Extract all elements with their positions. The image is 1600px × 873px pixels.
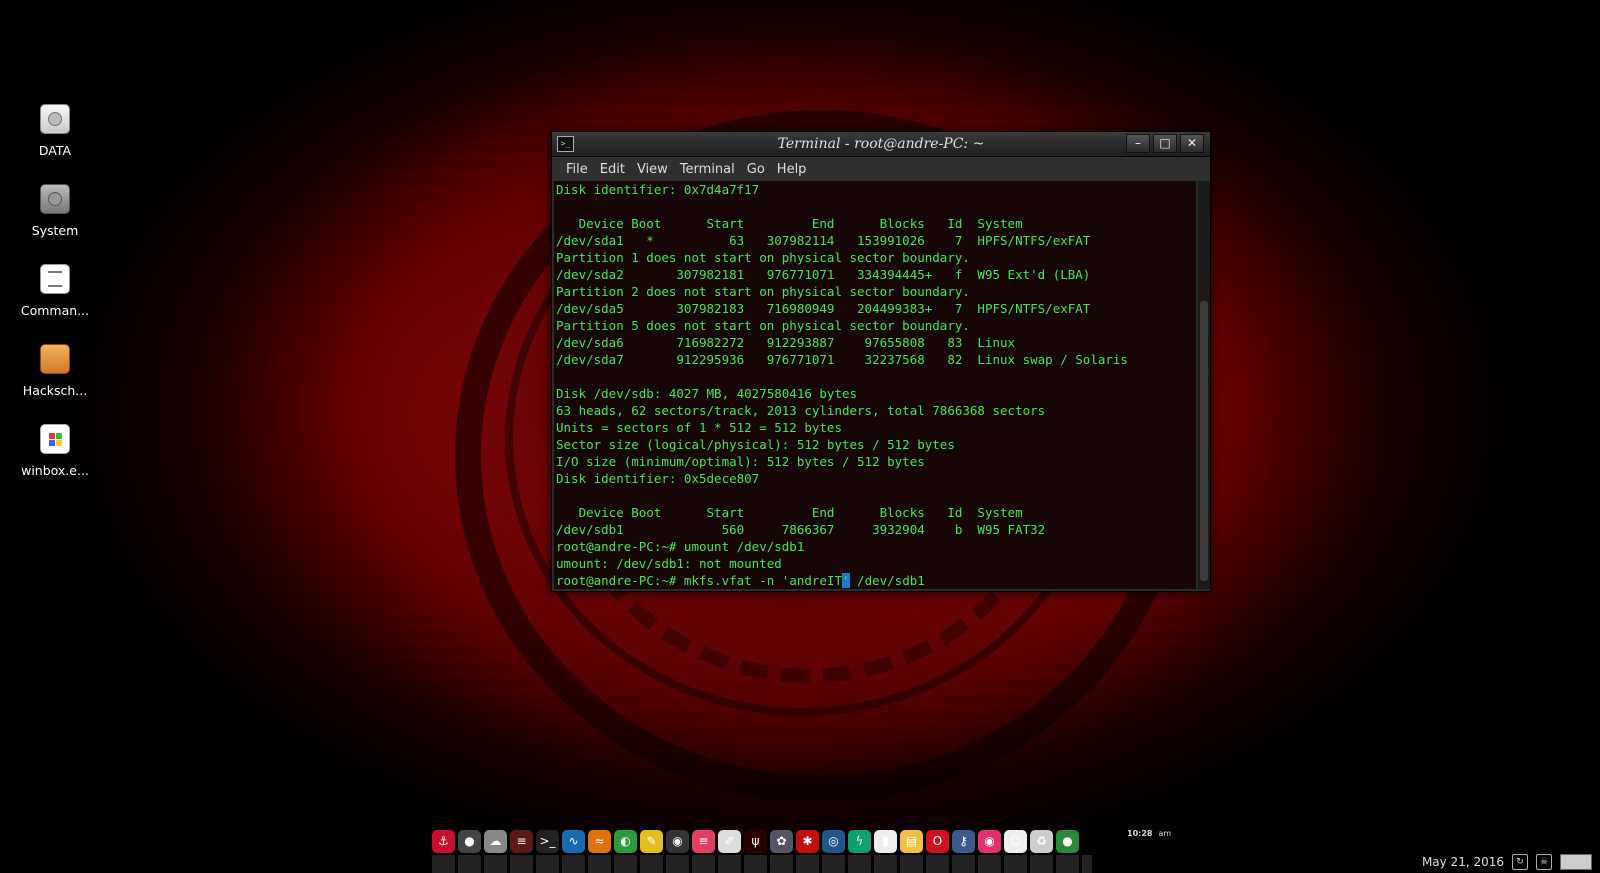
desktop-icon-label: Comman... [20, 303, 90, 318]
scrollbar-thumb[interactable] [1200, 301, 1208, 581]
system-tray: May 21, 2016 ↻ ☠ [1422, 850, 1600, 873]
terminal-line: Device Boot Start End Blocks Id System [556, 216, 1023, 231]
text-document-icon [40, 264, 70, 294]
toggle-icon[interactable]: ◐ [614, 829, 637, 853]
camera-icon[interactable]: ◉ [666, 829, 689, 853]
command-text-rest: /dev/sdb1 [849, 573, 925, 588]
editor-icon[interactable]: ✐ [718, 829, 741, 853]
maximize-button[interactable]: □ [1153, 134, 1177, 153]
clock-suffix: am [1158, 829, 1172, 838]
terminal-line: Disk /dev/sdb: 4027 MB, 4027580416 bytes [556, 386, 858, 401]
terminal-line: /dev/sda7 912295936 976771071 32237568 8… [556, 352, 1128, 367]
terminal-line: Partition 1 does not start on physical s… [556, 250, 970, 265]
rainbow-icon[interactable]: ≡ [692, 829, 715, 853]
menu-help[interactable]: Help [771, 162, 813, 177]
terminal-line: /dev/sda5 307982183 716980949 204499383+… [556, 301, 1091, 316]
menu-view[interactable]: View [631, 162, 674, 177]
desktop-icon-data[interactable]: DATA [14, 100, 96, 180]
radio-icon[interactable]: ψ [744, 829, 767, 853]
menu-go[interactable]: Go [741, 162, 771, 177]
opera-icon[interactable]: O [926, 829, 949, 853]
desktop-icon-label: DATA [38, 143, 72, 158]
show-desktop-button[interactable] [1560, 853, 1592, 870]
terminal-scrollbar[interactable] [1198, 181, 1210, 589]
terminal-menubar: File Edit View Terminal Go Help [552, 157, 1210, 181]
skull-icon[interactable]: ☠ [1536, 853, 1552, 870]
terminal-window-icon[interactable]: >_ [557, 136, 574, 152]
menu-terminal[interactable]: Terminal [674, 162, 741, 177]
ladybug-icon[interactable]: ✱ [796, 829, 819, 853]
terminal-line: Partition 5 does not start on physical s… [556, 318, 970, 333]
tray-date[interactable]: May 21, 2016 [1422, 855, 1504, 869]
desktop-icon-winbox[interactable]: winbox.e... [14, 420, 96, 500]
minimize-button[interactable]: – [1126, 134, 1150, 153]
webcam-icon[interactable]: ◉ [978, 829, 1001, 853]
desktop-icon-commands[interactable]: Comman... [14, 260, 96, 340]
dock: ⚓ ● ☁ ≡ >_ ∿ ≈ ◐ ✎ ◉ ≡ ✐ ψ ✿ ✱ ◎ ϟ ▮ ▤ O ⚷ ◉ ☺ ♻ ● [432, 826, 1079, 856]
terminal-window: >_ Terminal - root@andre-PC: ~ – □ ✕ Fil… [551, 131, 1211, 592]
terminal-titlebar[interactable]: >_ Terminal - root@andre-PC: ~ – □ ✕ [552, 132, 1210, 157]
executable-icon [40, 424, 70, 454]
globe-icon[interactable]: ● [458, 829, 481, 853]
task-manager-icon[interactable]: ≡ [510, 829, 533, 853]
terminal-output[interactable]: Disk identifier: 0x7d4a7f17 Device Boot … [554, 181, 1196, 589]
desktop-icons: DATA System Comman... Hacksch... winbox.… [14, 100, 96, 500]
terminal-icon[interactable]: >_ [536, 829, 559, 853]
usb-icon[interactable]: ▮ [874, 829, 897, 853]
terminal-line: Units = sectors of 1 * 512 = 512 bytes [556, 420, 842, 435]
terminal-line: /dev/sda6 716982272 912293887 97655808 8… [556, 335, 1016, 350]
terminal-line: root@andre-PC:~# umount /dev/sdb1 [556, 539, 805, 554]
terminal-line: Disk identifier: 0x5dece807 [556, 471, 760, 486]
sticky-note-icon[interactable]: ▤ [900, 829, 923, 853]
desktop-icon-hackschool[interactable]: Hacksch... [14, 340, 96, 420]
recycle-icon[interactable]: ♻ [1030, 829, 1053, 853]
terminal-line: umount: /dev/sdb1: not mounted [556, 556, 782, 571]
terminal-prompt-line[interactable]: root@andre-PC:~# mkfs.vfat -n 'andreIT' … [556, 572, 1196, 589]
power-icon[interactable]: ● [1056, 829, 1079, 853]
system-drive-icon [40, 184, 70, 214]
anchor-icon[interactable]: ⚓ [432, 829, 455, 853]
cloud-icon[interactable]: ☁ [484, 829, 507, 853]
menu-file[interactable]: File [560, 162, 594, 177]
terminal-line: /dev/sdb1 560 7866367 3932904 b W95 FAT3… [556, 522, 1046, 537]
clock-time: 10:28 [1127, 829, 1153, 838]
drive-icon [40, 104, 70, 134]
terminal-line: Sector size (logical/physical): 512 byte… [556, 437, 955, 452]
system-monitor-icon[interactable]: ∿ [562, 829, 585, 853]
terminal-line: I/O size (minimum/optimal): 512 bytes / … [556, 454, 925, 469]
dock-clock: 10:28 am [1127, 829, 1171, 838]
window-title: Terminal - root@andre-PC: ~ [777, 136, 985, 152]
desktop-icon-label: winbox.e... [21, 463, 89, 478]
terminal-line: Disk identifier: 0x7d4a7f17 [556, 182, 760, 197]
desktop-icon-label: Hacksch... [22, 383, 88, 398]
terminal-line: 63 heads, 62 sectors/track, 2013 cylinde… [556, 403, 1046, 418]
terminal-line: /dev/sda1 * 63 307982114 153991026 7 HPF… [556, 233, 1091, 248]
refresh-icon[interactable]: ↻ [1512, 853, 1528, 870]
keyhole-icon[interactable]: ⚷ [952, 829, 975, 853]
lightning-icon[interactable]: ϟ [848, 829, 871, 853]
menu-edit[interactable]: Edit [594, 162, 631, 177]
desktop-icon-system[interactable]: System [14, 180, 96, 260]
close-button[interactable]: ✕ [1180, 134, 1204, 153]
media-player-icon[interactable]: ✿ [770, 829, 793, 853]
package-icon [40, 344, 70, 374]
signal-icon[interactable]: ≈ [588, 829, 611, 853]
command-text: root@andre-PC:~# mkfs.vfat -n 'andreIT [556, 573, 842, 588]
desktop-icon-label: System [31, 223, 79, 238]
eye-icon[interactable]: ◎ [822, 829, 845, 853]
terminal-line: Partition 2 does not start on physical s… [556, 284, 970, 299]
mask-icon[interactable]: ☺ [1004, 829, 1027, 853]
text-cursor: ' [841, 573, 850, 588]
terminal-line: Device Boot Start End Blocks Id System [556, 505, 1023, 520]
notes-icon[interactable]: ✎ [640, 829, 663, 853]
dock-reflection [432, 855, 1092, 873]
terminal-line: /dev/sda2 307982181 976771071 334394445+… [556, 267, 1091, 282]
